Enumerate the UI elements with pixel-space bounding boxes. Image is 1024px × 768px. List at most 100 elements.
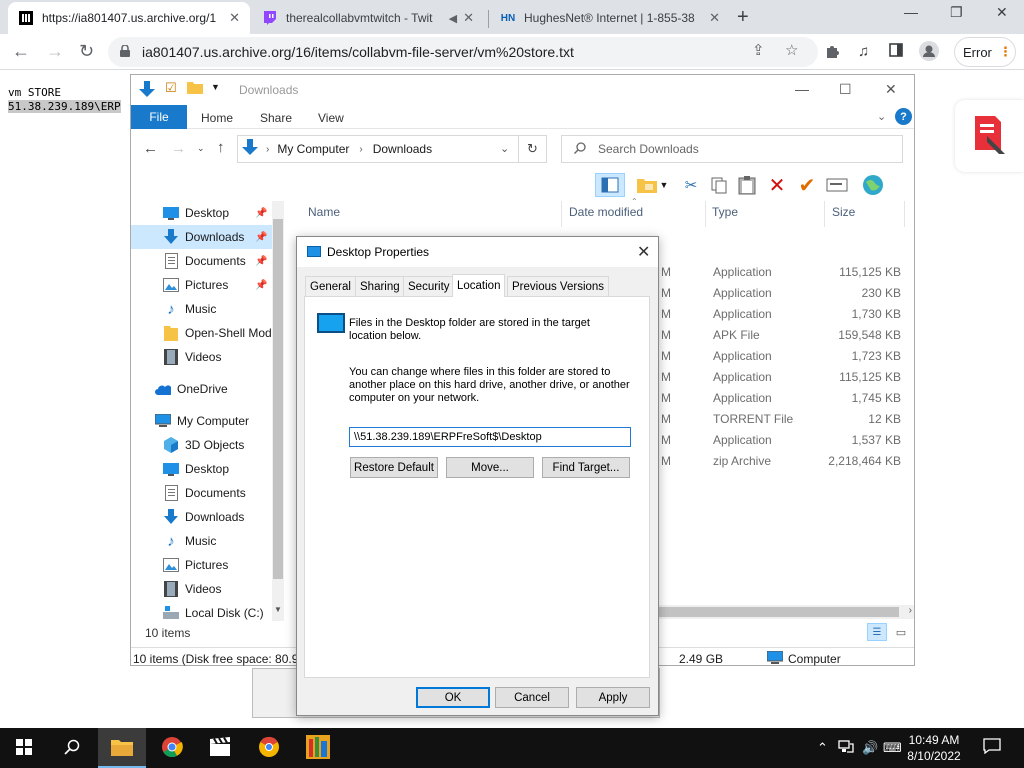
maximize-icon[interactable]: ☐	[839, 81, 852, 98]
ribbon-tab-view[interactable]: View	[318, 111, 344, 125]
nav-quick-pictures[interactable]: Pictures 📌	[131, 273, 273, 297]
column-header-date[interactable]: Date modified	[569, 205, 643, 219]
restore-default-button[interactable]: Restore Default	[350, 457, 438, 478]
file-row[interactable]: M Application 1,723 KB	[651, 345, 911, 366]
download-arrow-icon[interactable]	[139, 81, 155, 102]
find-target-button[interactable]: Find Target...	[542, 457, 630, 478]
back-icon[interactable]: ←	[143, 140, 158, 157]
ribbon-tab-file[interactable]: File	[131, 105, 187, 129]
nav-quick-documents[interactable]: Documents 📌	[131, 249, 273, 273]
ok-button[interactable]: OK	[416, 687, 490, 708]
paste-icon[interactable]	[735, 173, 759, 197]
media-control-icon[interactable]: ♫	[858, 43, 869, 60]
start-button[interactable]	[0, 728, 48, 768]
tab-previous-versions[interactable]: Previous Versions	[507, 276, 610, 296]
browser-tab-hughesnet[interactable]: HN HughesNet® Internet | 1-855-38 ✕	[490, 2, 730, 34]
preview-pane-icon[interactable]	[595, 173, 625, 197]
cancel-button[interactable]: Cancel	[495, 687, 569, 708]
nav-quick-downloads[interactable]: Downloads 📌	[131, 225, 273, 249]
quick-access-dropdown-icon[interactable]: ▼	[211, 82, 220, 92]
tab-sharing[interactable]: Sharing	[355, 276, 405, 296]
taskbar-app[interactable]	[294, 728, 342, 768]
extensions-icon[interactable]	[824, 43, 840, 63]
pin-icon[interactable]: 📌	[255, 208, 267, 219]
nav-quick-videos[interactable]: Videos	[131, 345, 273, 369]
tab-location[interactable]: Location	[452, 274, 506, 297]
up-icon[interactable]: ↑	[217, 139, 225, 156]
profile-avatar-icon[interactable]	[919, 41, 939, 65]
minimize-icon[interactable]: —	[904, 4, 918, 20]
move-button[interactable]: Move...	[446, 457, 534, 478]
share-icon[interactable]: ⇪	[752, 41, 765, 59]
column-header-name[interactable]: Name	[308, 205, 340, 219]
taskbar-media-app[interactable]	[196, 728, 244, 768]
file-row[interactable]: M TORRENT File 12 KB	[651, 408, 911, 429]
tab-security[interactable]: Security	[403, 276, 455, 296]
close-icon[interactable]: ✕	[885, 81, 897, 98]
nav-videos[interactable]: Videos	[131, 577, 273, 601]
volume-icon[interactable]: 🔊	[862, 740, 878, 756]
taskbar-browser[interactable]	[245, 728, 293, 768]
scroll-right-icon[interactable]: ›	[909, 605, 912, 616]
nav-onedrive[interactable]: OneDrive	[131, 377, 273, 401]
globe-icon[interactable]	[861, 173, 885, 197]
close-icon[interactable]: ✕	[637, 242, 650, 262]
new-folder-icon[interactable]	[635, 173, 659, 197]
browser-tab-archive[interactable]: https://ia801407.us.archive.org/1 ✕	[8, 2, 250, 34]
target-path-input[interactable]: \\51.38.239.189\ERPFreSoft$\Desktop	[349, 427, 631, 447]
floating-extension-badge[interactable]	[955, 100, 1024, 172]
taskbar-file-explorer[interactable]	[98, 728, 146, 768]
cut-icon[interactable]: ✂	[679, 173, 703, 197]
forward-icon[interactable]: →	[171, 140, 186, 157]
column-header-size[interactable]: Size	[832, 205, 855, 219]
nav-documents[interactable]: Documents	[131, 481, 273, 505]
search-downloads-input[interactable]: Search Downloads	[561, 135, 903, 163]
file-row[interactable]: M Application 230 KB	[651, 282, 911, 303]
address-bar[interactable]: ia801407.us.archive.org/16/items/collabv…	[108, 37, 818, 67]
scrollbar-thumb[interactable]	[273, 219, 283, 579]
scrollbar-thumb[interactable]	[659, 607, 899, 617]
minimize-icon[interactable]: —	[795, 81, 809, 97]
nav-pictures[interactable]: Pictures	[131, 553, 273, 577]
taskbar-clock[interactable]: 10:49 AM 8/10/2022	[896, 732, 972, 764]
file-row[interactable]: M Application 1,730 KB	[651, 303, 911, 324]
file-row[interactable]: M Application 115,125 KB	[651, 366, 911, 387]
nav-my-computer[interactable]: My Computer	[131, 409, 273, 433]
large-icons-view-icon[interactable]: ▭	[891, 623, 911, 641]
properties-icon[interactable]: ☑	[165, 80, 177, 96]
ribbon-tab-share[interactable]: Share	[260, 111, 292, 125]
pin-icon[interactable]: 📌	[255, 256, 267, 267]
scroll-down-icon[interactable]: ▼	[274, 605, 282, 614]
lock-icon[interactable]	[120, 43, 130, 60]
nav-local-disk[interactable]: Local Disk (C:)	[131, 601, 273, 625]
copy-icon[interactable]	[707, 173, 731, 197]
show-hidden-icons-icon[interactable]: ⌃	[817, 740, 828, 756]
nav-quick-desktop[interactable]: Desktop 📌	[131, 201, 273, 225]
network-icon[interactable]	[838, 740, 854, 757]
rename-icon[interactable]	[825, 173, 849, 197]
search-button[interactable]	[48, 728, 96, 768]
side-panel-icon[interactable]	[889, 43, 903, 61]
close-window-icon[interactable]: ✕	[996, 4, 1008, 21]
details-view-icon[interactable]: ☰	[867, 623, 887, 641]
checkmark-icon[interactable]: ✔	[795, 173, 819, 197]
ribbon-tab-home[interactable]: Home	[201, 111, 233, 125]
new-tab-icon[interactable]: +	[737, 6, 749, 29]
chevron-down-icon[interactable]: ▼	[657, 173, 671, 197]
delete-icon[interactable]: ✕	[765, 173, 789, 197]
apply-button[interactable]: Apply	[576, 687, 650, 708]
back-icon[interactable]: ←	[12, 41, 30, 62]
breadcrumb-my-computer[interactable]: My Computer	[277, 142, 349, 156]
close-icon[interactable]: ✕	[229, 10, 240, 26]
pin-icon[interactable]: 📌	[255, 280, 267, 291]
new-folder-icon[interactable]	[187, 80, 203, 97]
file-row[interactable]: M Application 1,745 KB	[651, 387, 911, 408]
help-icon[interactable]: ?	[895, 108, 912, 125]
nav-quick-open-shell[interactable]: Open-Shell Mod	[131, 321, 273, 345]
recent-dropdown-icon[interactable]: ⌄	[197, 143, 205, 154]
file-row[interactable]: M APK File 159,548 KB	[651, 324, 911, 345]
refresh-button[interactable]: ↻	[519, 135, 547, 163]
explorer-breadcrumb[interactable]: › My Computer › Downloads ⌄	[237, 135, 519, 163]
nav-desktop[interactable]: Desktop	[131, 457, 273, 481]
file-row[interactable]: M Application 115,125 KB	[651, 261, 911, 282]
